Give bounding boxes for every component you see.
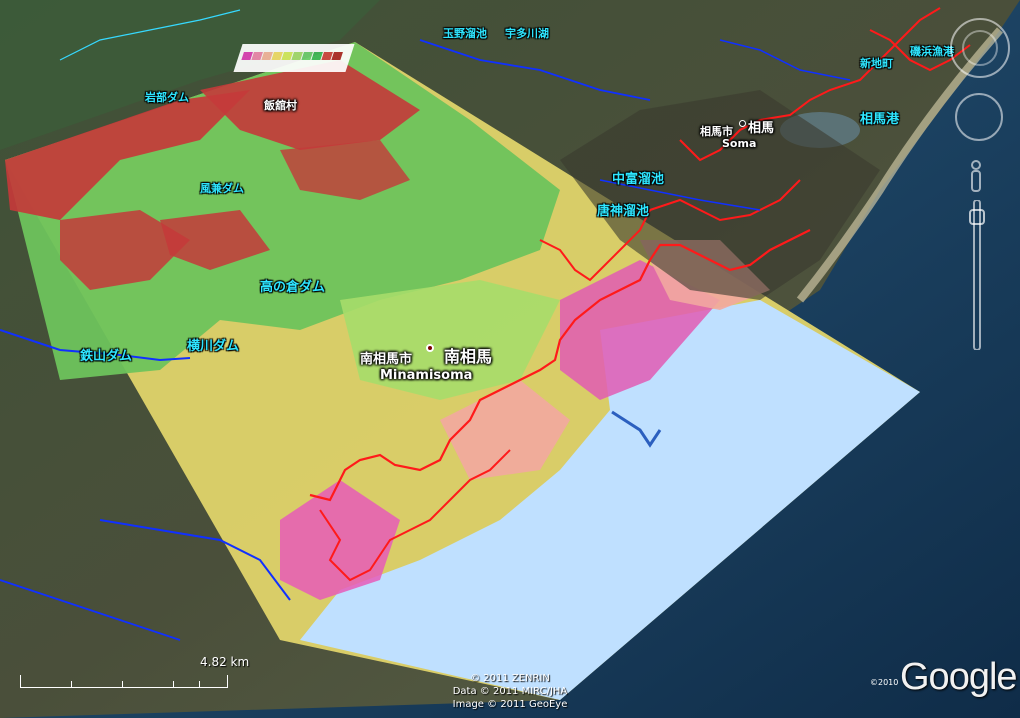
tilt-control-icon[interactable] <box>962 30 998 66</box>
label-nakatomi-pond[interactable]: 中富溜池 <box>612 168 664 187</box>
label-minamisoma-en[interactable]: Minamisoma <box>380 368 472 383</box>
label-minamisoma[interactable]: 南相馬 <box>444 343 492 367</box>
google-logo: Google <box>900 656 1018 698</box>
label-isohama-port[interactable]: 磯浜漁港 <box>910 43 954 59</box>
label-karakami-pond[interactable]: 唐神溜池 <box>597 200 649 219</box>
label-soma-en[interactable]: Soma <box>722 137 756 150</box>
scale-tick <box>122 681 123 687</box>
google-copyright-year: ©2010 <box>870 678 899 687</box>
label-minamisoma-city[interactable]: 南相馬市 <box>360 348 412 367</box>
credit-data: Data © 2011 MIRC/JHA <box>452 686 568 697</box>
minamisoma-marker-icon[interactable] <box>426 344 434 352</box>
scale-tick <box>173 681 174 687</box>
credit-zenrin: © 2011 ZENRIN <box>470 673 550 684</box>
legend-swatch <box>331 52 343 60</box>
map-credits: © 2011 ZENRIN Data © 2011 MIRC/JHA Image… <box>430 672 590 711</box>
map-viewport[interactable]: 玉野溜池 宇多川湖 磯浜漁港 新地町 岩部ダム 飯舘村 相馬市 相馬 Soma … <box>0 0 1020 718</box>
label-tetsuyama-dam[interactable]: 鉄山ダム <box>80 345 132 364</box>
scale-tick <box>71 681 72 687</box>
zoom-handle-icon[interactable] <box>969 209 985 225</box>
soma-city-marker-icon[interactable] <box>739 120 746 127</box>
look-joystick-icon[interactable] <box>955 93 1003 141</box>
label-udagawa-lake[interactable]: 宇多川湖 <box>505 25 549 41</box>
credit-imagery: Image © 2011 GeoEye <box>452 699 568 710</box>
street-view-person-icon[interactable] <box>967 160 985 194</box>
scale-bar <box>20 675 228 688</box>
label-takanokura-dam[interactable]: 高の倉ダム <box>260 276 325 295</box>
label-tamano-pond[interactable]: 玉野溜池 <box>443 25 487 41</box>
label-soma-port[interactable]: 相馬港 <box>860 108 899 127</box>
scale-label: 4.82 km <box>200 655 250 669</box>
label-iwabe-dam[interactable]: 岩部ダム <box>145 89 189 105</box>
elevation-legend <box>233 44 355 72</box>
label-shinchi-town[interactable]: 新地町 <box>860 55 893 71</box>
label-yokokawa-dam[interactable]: 横川ダム <box>187 335 239 354</box>
label-iitate-village[interactable]: 飯舘村 <box>264 97 297 113</box>
zoom-slider[interactable] <box>968 200 986 350</box>
label-kazakoshi-dam[interactable]: 風兼ダム <box>200 180 244 196</box>
scale-tick <box>199 681 200 687</box>
label-soma[interactable]: 相馬 <box>748 117 774 136</box>
